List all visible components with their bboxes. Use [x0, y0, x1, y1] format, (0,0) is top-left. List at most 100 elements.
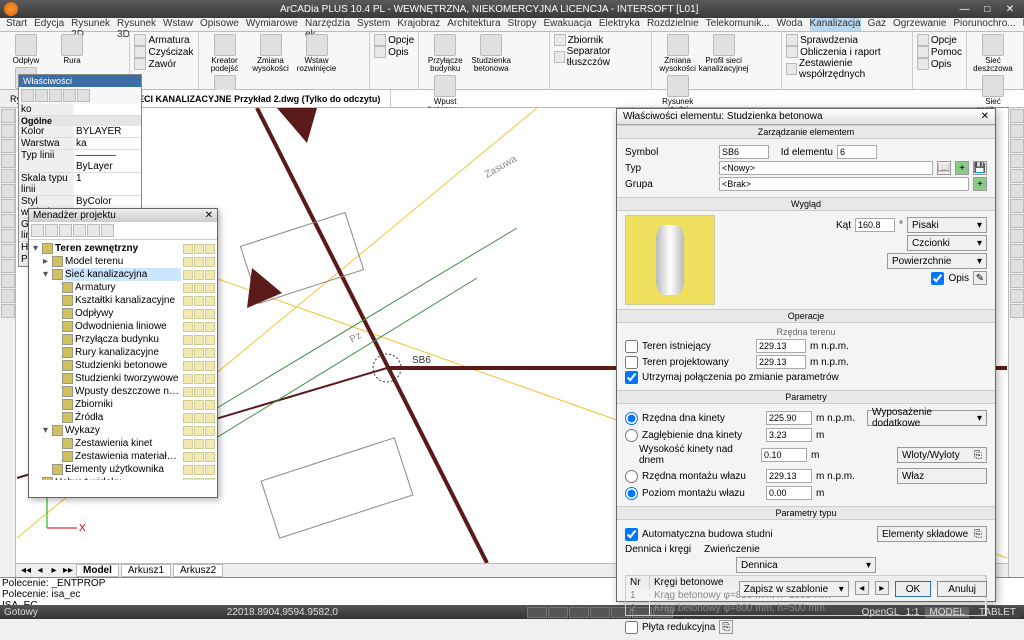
lock-icon[interactable]	[194, 465, 204, 475]
vis-icon[interactable]	[183, 478, 193, 481]
lock-icon[interactable]	[194, 478, 204, 481]
layer-icon[interactable]	[205, 478, 215, 481]
vis-icon[interactable]	[183, 361, 193, 371]
menu-piorun[interactable]: Piorunochro...	[953, 18, 1015, 31]
btn-czcionki[interactable]: Czcionki▾	[907, 235, 987, 251]
tree-item[interactable]: Studzienki betonowe	[31, 359, 215, 372]
layer-icon[interactable]	[205, 413, 215, 423]
sheet-ark1[interactable]: Arkusz1	[121, 564, 171, 577]
minimize-button[interactable]: —	[954, 4, 974, 15]
tree-item[interactable]: Uchwyt widoku	[31, 476, 215, 480]
inp-typ[interactable]	[719, 161, 933, 175]
prop-val[interactable]: 1	[74, 173, 141, 195]
vis-icon[interactable]	[183, 465, 193, 475]
menu-stropy[interactable]: Stropy	[508, 18, 537, 31]
menu-gaz[interactable]: Gaz	[868, 18, 886, 31]
btn-nav-prev[interactable]: ◂	[855, 581, 869, 595]
rbtn-opis[interactable]: Opis	[374, 46, 414, 58]
chk-utrzymaj[interactable]	[625, 371, 638, 384]
pm-tool-icon[interactable]	[101, 224, 114, 237]
lock-icon[interactable]	[194, 387, 204, 397]
tree-item[interactable]: Źródła	[31, 411, 215, 424]
toggle-icon[interactable]	[35, 89, 48, 102]
nav-first[interactable]: ◂◂	[20, 565, 32, 576]
tool-icon[interactable]	[1010, 199, 1024, 213]
lock-icon[interactable]	[194, 244, 204, 254]
rbtn-odplyw[interactable]: Odpływ	[4, 34, 48, 65]
prop-val[interactable]: BYLAYER	[74, 126, 141, 137]
nav-next[interactable]: ▸	[48, 565, 60, 576]
lock-icon[interactable]	[194, 257, 204, 267]
chk-auto-budowa[interactable]	[625, 528, 638, 541]
toggle-icon[interactable]	[21, 89, 34, 102]
btn-nav-next[interactable]: ▸	[875, 581, 889, 595]
chk-plyta[interactable]	[625, 621, 638, 634]
btn-typ-add[interactable]: +	[955, 161, 969, 175]
expand-icon[interactable]: ▾	[41, 268, 50, 281]
menu-system[interactable]: System	[357, 18, 390, 31]
rbtn-opcje[interactable]: Opcje	[374, 34, 414, 46]
tool-icon[interactable]	[1010, 124, 1024, 138]
maximize-button[interactable]: □	[977, 4, 997, 15]
tool-icon[interactable]	[1, 214, 15, 228]
tree-item[interactable]: ▾Sieć kanalizacyjna	[31, 268, 215, 281]
tool-icon[interactable]	[1010, 244, 1024, 258]
inp-teren-proj[interactable]	[756, 355, 806, 369]
pm-tool-icon[interactable]	[73, 224, 86, 237]
tool-icon[interactable]	[1010, 184, 1024, 198]
tree-item[interactable]: Zestawienia materiałów sie...	[31, 450, 215, 463]
tool-icon[interactable]	[1, 169, 15, 183]
menu-architektura[interactable]: Architektura	[447, 18, 500, 31]
chk-teren-ist[interactable]	[625, 340, 638, 353]
combo[interactable]: ko	[19, 104, 74, 115]
rbtn-opis2[interactable]: Opis	[917, 58, 962, 70]
layer-icon[interactable]	[205, 348, 215, 358]
vis-icon[interactable]	[183, 257, 193, 267]
lock-icon[interactable]	[194, 374, 204, 384]
rbtn-zestawienie[interactable]: Zestawienie współrzędnych	[786, 58, 908, 80]
rad-poziom-wlaz[interactable]	[625, 487, 638, 500]
btn-wlaz[interactable]: Właz	[897, 468, 987, 484]
rbtn-separator[interactable]: Separator tłuszczów	[554, 46, 647, 68]
vis-icon[interactable]	[183, 439, 193, 449]
menu-start[interactable]: Start	[6, 18, 27, 31]
tree-item[interactable]: Zbiorniki	[31, 398, 215, 411]
rbtn-rura[interactable]: Rura	[50, 34, 94, 65]
rbtn-obliczenia[interactable]: Obliczenia i raport	[786, 46, 908, 58]
vis-icon[interactable]	[183, 387, 193, 397]
rbtn-zawor[interactable]: Zawór	[134, 58, 193, 70]
vis-icon[interactable]	[183, 374, 193, 384]
tool-icon[interactable]	[1010, 229, 1024, 243]
vis-icon[interactable]	[183, 309, 193, 319]
tool-icon[interactable]	[1010, 139, 1024, 153]
btn-grupa-add[interactable]: +	[973, 177, 987, 191]
layer-icon[interactable]	[205, 387, 215, 397]
inp-symbol[interactable]	[719, 145, 769, 159]
menu-wymiarowe[interactable]: Wymiarowe	[246, 18, 298, 31]
pm-tool-icon[interactable]	[45, 224, 58, 237]
chk-opis[interactable]	[931, 272, 944, 285]
tool-icon[interactable]	[1, 154, 15, 168]
rbtn-wstaw-rozw[interactable]: Wstaw rozwinięcie	[295, 34, 339, 73]
nav-prev[interactable]: ◂	[34, 565, 46, 576]
status-toggle[interactable]	[527, 607, 547, 618]
tool-icon[interactable]	[1, 244, 15, 258]
sheet-ark2[interactable]: Arkusz2	[173, 564, 223, 577]
btn-typ-lib[interactable]: 📖	[937, 161, 951, 175]
tree-item[interactable]: Wpusty deszczowe na stu...	[31, 385, 215, 398]
layer-icon[interactable]	[205, 374, 215, 384]
lock-icon[interactable]	[194, 400, 204, 410]
rbtn-profil-sieci[interactable]: Profil sieci kanalizacyjnej	[702, 34, 746, 73]
inp-rzedna-dna[interactable]	[766, 411, 812, 425]
tool-icon[interactable]	[1, 184, 15, 198]
rbtn-kreator[interactable]: Kreator podejść	[203, 34, 247, 73]
tree-item[interactable]: ▾Wykazy	[31, 424, 215, 437]
sheet-model[interactable]: Model	[76, 564, 119, 577]
tool-icon[interactable]	[1, 289, 15, 303]
toggle-icon[interactable]	[63, 89, 76, 102]
vis-icon[interactable]	[183, 348, 193, 358]
layer-icon[interactable]	[205, 452, 215, 462]
menu-telekom[interactable]: Telekomunik...	[706, 18, 770, 31]
tool-icon[interactable]	[1, 199, 15, 213]
vis-icon[interactable]	[183, 296, 193, 306]
